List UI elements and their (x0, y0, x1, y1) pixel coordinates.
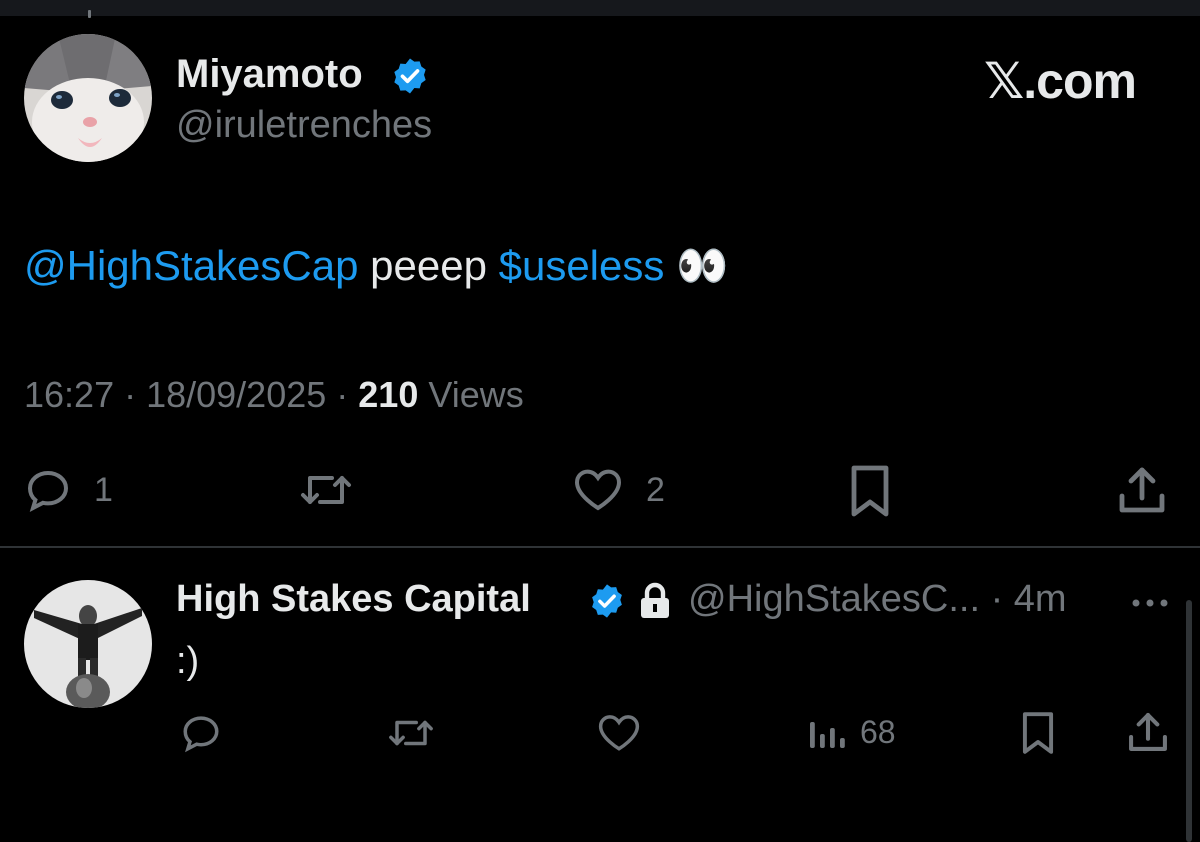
reply-like-button[interactable] (596, 712, 642, 754)
retweet-button[interactable] (298, 466, 354, 514)
author-name[interactable]: Miyamoto (176, 52, 363, 97)
share-icon (1119, 467, 1165, 513)
views-label: Views (418, 374, 524, 415)
reply-author-avatar[interactable] (24, 580, 152, 708)
tweet-text-middle: peeep (358, 242, 499, 289)
reply-author-name[interactable]: High Stakes Capital (176, 578, 531, 621)
tweet-time[interactable]: 16:27 (24, 374, 114, 415)
reply-count: 1 (94, 470, 113, 509)
mention-link[interactable]: @HighStakesCap (24, 242, 358, 289)
reply-retweet-button[interactable] (386, 712, 436, 754)
share-icon (1129, 713, 1167, 751)
divider (0, 546, 1200, 548)
more-button[interactable] (1130, 596, 1170, 614)
reply-author-handle[interactable]: @HighStakesC... · 4m (688, 578, 1067, 621)
bookmark-icon (1022, 712, 1054, 754)
heart-icon (598, 715, 640, 751)
tweet-meta: 16:27 · 18/09/2025 · 210 Views (24, 374, 524, 416)
top-bar (0, 0, 1200, 18)
retweet-icon (301, 476, 351, 504)
heart-icon (574, 469, 622, 511)
like-button[interactable]: 2 (572, 466, 665, 514)
tweet-text: @HighStakesCap peeep $useless 👀 (24, 242, 728, 291)
cashtag-link[interactable]: $useless (499, 242, 665, 289)
eyes-emoji: 👀 (664, 242, 729, 289)
reply-views-count: 68 (860, 713, 896, 750)
author-avatar[interactable] (24, 34, 152, 162)
author-handle[interactable]: @iruletrenches (176, 104, 432, 147)
reply-button[interactable]: 1 (24, 466, 113, 514)
reply-age: · 4m (980, 578, 1067, 620)
bookmark-button[interactable] (848, 464, 892, 518)
like-count: 2 (646, 470, 665, 509)
retweet-icon (389, 720, 433, 746)
reply-icon (183, 716, 219, 753)
verified-badge-icon (588, 582, 626, 625)
reply-reply-button[interactable] (180, 712, 222, 754)
reply-icon (27, 470, 69, 512)
views-count: 210 (358, 374, 419, 415)
scrollbar[interactable] (1186, 600, 1192, 842)
meta-separator: · (326, 374, 359, 415)
more-icon (1132, 599, 1168, 607)
verified-badge-icon (390, 56, 430, 101)
reply-share-button[interactable] (1126, 710, 1170, 754)
reply-views-button[interactable]: 68 (806, 712, 896, 752)
lock-icon (638, 582, 672, 625)
share-button[interactable] (1116, 464, 1168, 516)
views-icon (810, 722, 845, 748)
tweet-date[interactable]: 18/09/2025 (146, 374, 326, 415)
status-indicator (88, 10, 91, 18)
bookmark-icon (851, 465, 889, 517)
brand-logo: 𝕏.com (984, 53, 1137, 109)
reply-bookmark-button[interactable] (1020, 710, 1056, 756)
reply-handle-text: @HighStakesC... (688, 578, 981, 620)
meta-separator: · (114, 374, 147, 415)
reply-text: :) (176, 640, 200, 682)
